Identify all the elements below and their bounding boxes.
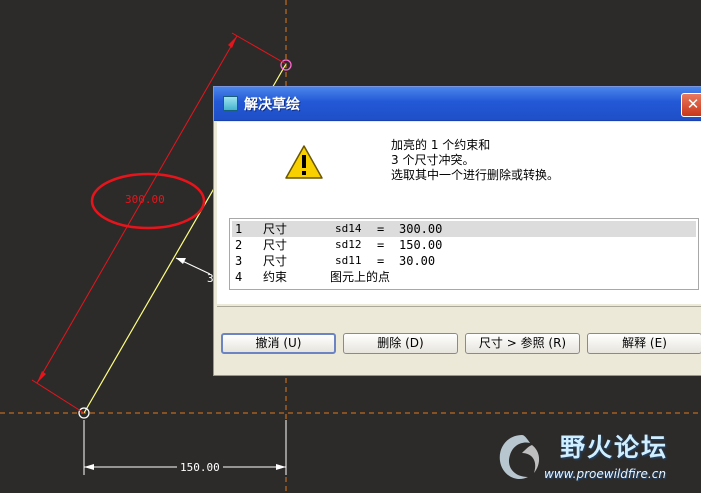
dialog-divider xyxy=(217,306,701,307)
row-type: 约束 xyxy=(263,270,288,284)
warning-icon xyxy=(285,145,323,179)
list-item[interactable]: 3 尺寸 sd11 = 30.00 xyxy=(232,253,696,269)
list-item[interactable]: 4 约束 图元上的点 xyxy=(232,269,696,285)
dim-300-line xyxy=(36,35,238,384)
watermark-title: 野火论坛 xyxy=(560,433,669,462)
list-item[interactable]: 1 尺寸 sd14 = 300.00 xyxy=(232,221,696,237)
conflict-message: 加亮的 1 个约束和 3 个尺寸冲突。 选取其中一个进行删除或转换。 xyxy=(391,138,560,182)
row-value: 300.00 xyxy=(399,222,443,236)
dim-150-arrow-right xyxy=(276,464,286,470)
watermark-url: www.proewildfire.cn xyxy=(544,467,666,481)
dim-150-label[interactable]: 150.00 xyxy=(177,461,223,474)
row-dim-name: sd12 xyxy=(335,238,362,251)
dialog-title: 解决草绘 xyxy=(244,97,300,113)
row-dim-name: sd14 xyxy=(335,222,362,235)
row-index: 3 xyxy=(235,254,243,268)
undo-button[interactable]: 撤消 (U) xyxy=(221,333,336,354)
dialog-window-icon xyxy=(223,96,238,111)
row-type: 尺寸 xyxy=(263,238,288,252)
dim-300-arrow-top xyxy=(228,36,237,48)
explain-button[interactable]: 解释 (E) xyxy=(587,333,701,354)
row-index: 1 xyxy=(235,222,243,236)
row-index: 2 xyxy=(235,238,243,252)
conflict-list[interactable]: 1 尺寸 sd14 = 300.00 2 尺寸 sd12 = 150.00 3 … xyxy=(229,218,699,290)
list-item[interactable]: 2 尺寸 sd12 = 150.00 xyxy=(232,237,696,253)
row-dim-name: sd11 xyxy=(335,254,362,267)
dim-300-ext-top xyxy=(231,32,287,65)
dim-30-arrow xyxy=(176,258,186,264)
dialog-titlebar[interactable]: 解决草绘 ✕ xyxy=(214,87,701,121)
row-equals: = xyxy=(377,254,385,268)
resolve-sketch-dialog: 解决草绘 ✕ 加亮的 1 个约束和 3 个尺寸冲突。 选取其中一个进行删除或转换… xyxy=(213,86,701,376)
dim-300-label[interactable]: 300.00 xyxy=(125,193,165,206)
forum-logo-icon xyxy=(499,435,540,480)
row-index: 4 xyxy=(235,270,243,284)
row-description: 图元上的点 xyxy=(330,270,391,284)
row-equals: = xyxy=(377,238,385,252)
close-button[interactable]: ✕ xyxy=(681,93,701,117)
row-type: 尺寸 xyxy=(263,254,288,268)
row-equals: = xyxy=(377,222,385,236)
dim-to-reference-button[interactable]: 尺寸 > 参照 (R) xyxy=(465,333,580,354)
dim-150-arrow-left xyxy=(84,464,94,470)
dialog-content: 加亮的 1 个约束和 3 个尺寸冲突。 选取其中一个进行删除或转换。 1 尺寸 … xyxy=(217,122,701,304)
dim-300-ext-bottom xyxy=(31,379,85,414)
row-type: 尺寸 xyxy=(263,222,288,236)
close-icon: ✕ xyxy=(686,95,700,113)
delete-button[interactable]: 删除 (D) xyxy=(343,333,458,354)
dim-300-arrow-bottom xyxy=(37,371,46,383)
row-value: 30.00 xyxy=(399,254,436,268)
row-value: 150.00 xyxy=(399,238,443,252)
